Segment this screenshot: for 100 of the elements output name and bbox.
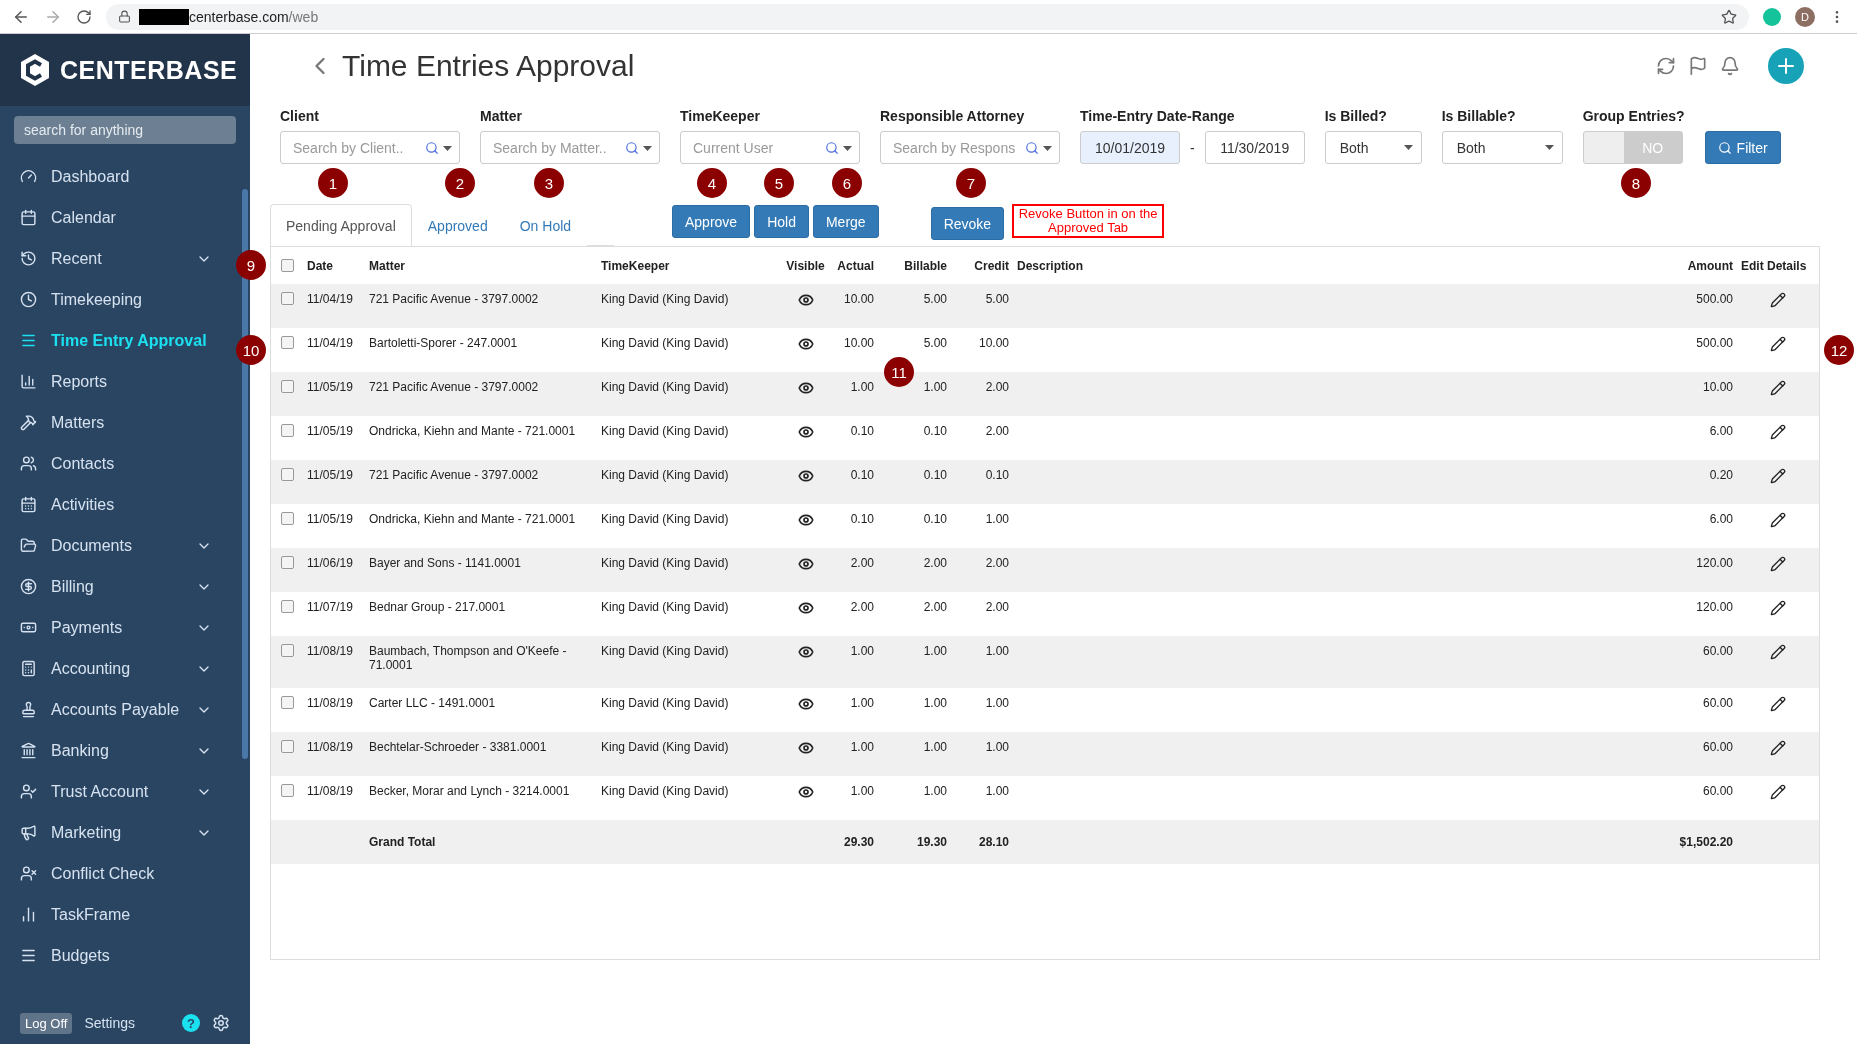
nav-item[interactable]: Banking [0,730,234,771]
eye-icon[interactable] [797,644,814,660]
eye-icon[interactable] [797,784,814,800]
edit-icon[interactable] [1770,424,1786,440]
row-checkbox[interactable] [280,424,294,437]
nav-item[interactable]: Reports [0,361,234,402]
nav-item[interactable]: Billing [0,566,234,607]
search-field[interactable]: Search by Respons [880,131,1060,164]
nav-item[interactable]: Marketing [0,812,234,853]
tab[interactable]: Pending Approval [270,204,412,246]
help-icon[interactable]: ? [182,1014,200,1032]
edit-icon[interactable] [1770,644,1786,660]
date-cell: 11/08/19 [307,644,353,658]
row-checkbox[interactable] [280,468,294,481]
select-all-checkbox[interactable] [280,259,294,272]
eye-icon[interactable] [797,740,814,756]
total-label: Grand Total [369,835,436,849]
eye-icon[interactable] [797,600,814,616]
edit-icon[interactable] [1770,696,1786,712]
billable-cell: 0.10 [923,512,947,526]
nav-item[interactable]: Dashboard [0,156,234,197]
nav-item[interactable]: Accounts Payable [0,689,234,730]
timekeeper-cell: King David (King David) [601,380,729,394]
action-button[interactable]: Hold [754,205,809,238]
nav-item[interactable]: Budgets [0,935,234,976]
chart-icon [20,906,37,923]
row-checkbox[interactable] [280,740,294,753]
profile-avatar[interactable]: D [1795,6,1815,27]
nav-item[interactable]: Conflict Check [0,853,234,894]
edit-icon[interactable] [1770,292,1786,308]
edit-icon[interactable] [1770,380,1786,396]
date-field[interactable]: 10/01/2019 [1080,131,1180,164]
row-checkbox[interactable] [280,512,294,525]
bank-icon [20,742,37,759]
nav-item[interactable]: Accounting [0,648,234,689]
eye-icon[interactable] [797,512,814,528]
timekeeper-cell: King David (King David) [601,468,729,482]
nav-item[interactable]: Payments [0,607,234,648]
reload-icon[interactable] [76,8,92,25]
action-button[interactable]: Approve [672,205,751,238]
nav-item[interactable]: TaskFrame [0,894,234,935]
caret-icon [643,145,652,151]
edit-icon[interactable] [1770,784,1786,800]
edit-icon[interactable] [1770,556,1786,572]
row-checkbox[interactable] [280,696,294,709]
row-checkbox[interactable] [280,380,294,393]
settings-link[interactable]: Settings [84,1015,170,1031]
eye-icon[interactable] [797,468,814,484]
row-checkbox[interactable] [280,556,294,569]
row-checkbox[interactable] [280,784,294,797]
nav-item[interactable]: Time Entry Approval [0,320,234,361]
logoff-button[interactable]: Log Off [20,1012,73,1034]
add-button[interactable] [1768,48,1804,84]
annotation-marker: 8 [1621,168,1651,198]
select-field[interactable]: Both [1324,131,1422,164]
timekeeper-cell: King David (King David) [601,556,729,570]
edit-icon[interactable] [1770,336,1786,352]
row-checkbox[interactable] [280,600,294,613]
flag-icon[interactable] [1688,56,1708,76]
edit-icon[interactable] [1770,468,1786,484]
revoke-button[interactable]: Revoke [930,207,1005,240]
nav-item[interactable]: Matters [0,402,234,443]
search-field[interactable]: Current User [680,131,860,164]
filter-button[interactable]: Filter [1704,131,1781,164]
search-field[interactable]: Search by Matter.. [480,131,660,164]
bell-icon[interactable] [1720,56,1740,76]
search-field[interactable]: search for anything [14,116,236,144]
nav-item[interactable]: Calendar [0,197,234,238]
nav-item[interactable]: Trust Account [0,771,234,812]
column-header: Description [1017,258,1083,273]
search-field[interactable]: Search by Client.. [280,131,460,164]
refresh-icon[interactable] [1656,56,1676,76]
nav-item[interactable]: Timekeeping [0,279,234,320]
annotation-marker: 6 [832,168,862,198]
row-checkbox[interactable] [280,336,294,349]
eye-icon[interactable] [797,556,814,572]
nav-item[interactable]: Contacts [0,443,234,484]
bookmark-star-icon[interactable] [1721,8,1737,25]
settings-icon[interactable] [212,1014,230,1032]
actual-cell: 1.00 [850,740,874,754]
eye-icon[interactable] [797,292,814,308]
nav-item[interactable]: Documents [0,525,234,566]
column-header: Date [307,258,333,273]
row-checkbox[interactable] [280,644,294,657]
edit-icon[interactable] [1770,512,1786,528]
address-bar[interactable]: centerbase.com/web [106,3,1749,30]
filter-label: Is Billed? [1324,108,1388,124]
eye-icon[interactable] [797,336,814,352]
billable-cell: 0.10 [923,468,947,482]
edit-icon[interactable] [1770,740,1786,756]
eye-icon[interactable] [797,696,814,712]
row-checkbox[interactable] [280,292,294,305]
nav-item[interactable]: Recent [0,238,234,279]
date-field[interactable]: 11/30/2019 [1204,131,1305,164]
action-button[interactable]: Merge [812,205,879,238]
eye-icon[interactable] [797,424,814,440]
nav-item[interactable]: Activities [0,484,234,525]
eye-icon[interactable] [797,380,814,396]
select-field[interactable]: Both [1441,131,1563,164]
edit-icon[interactable] [1770,600,1786,616]
